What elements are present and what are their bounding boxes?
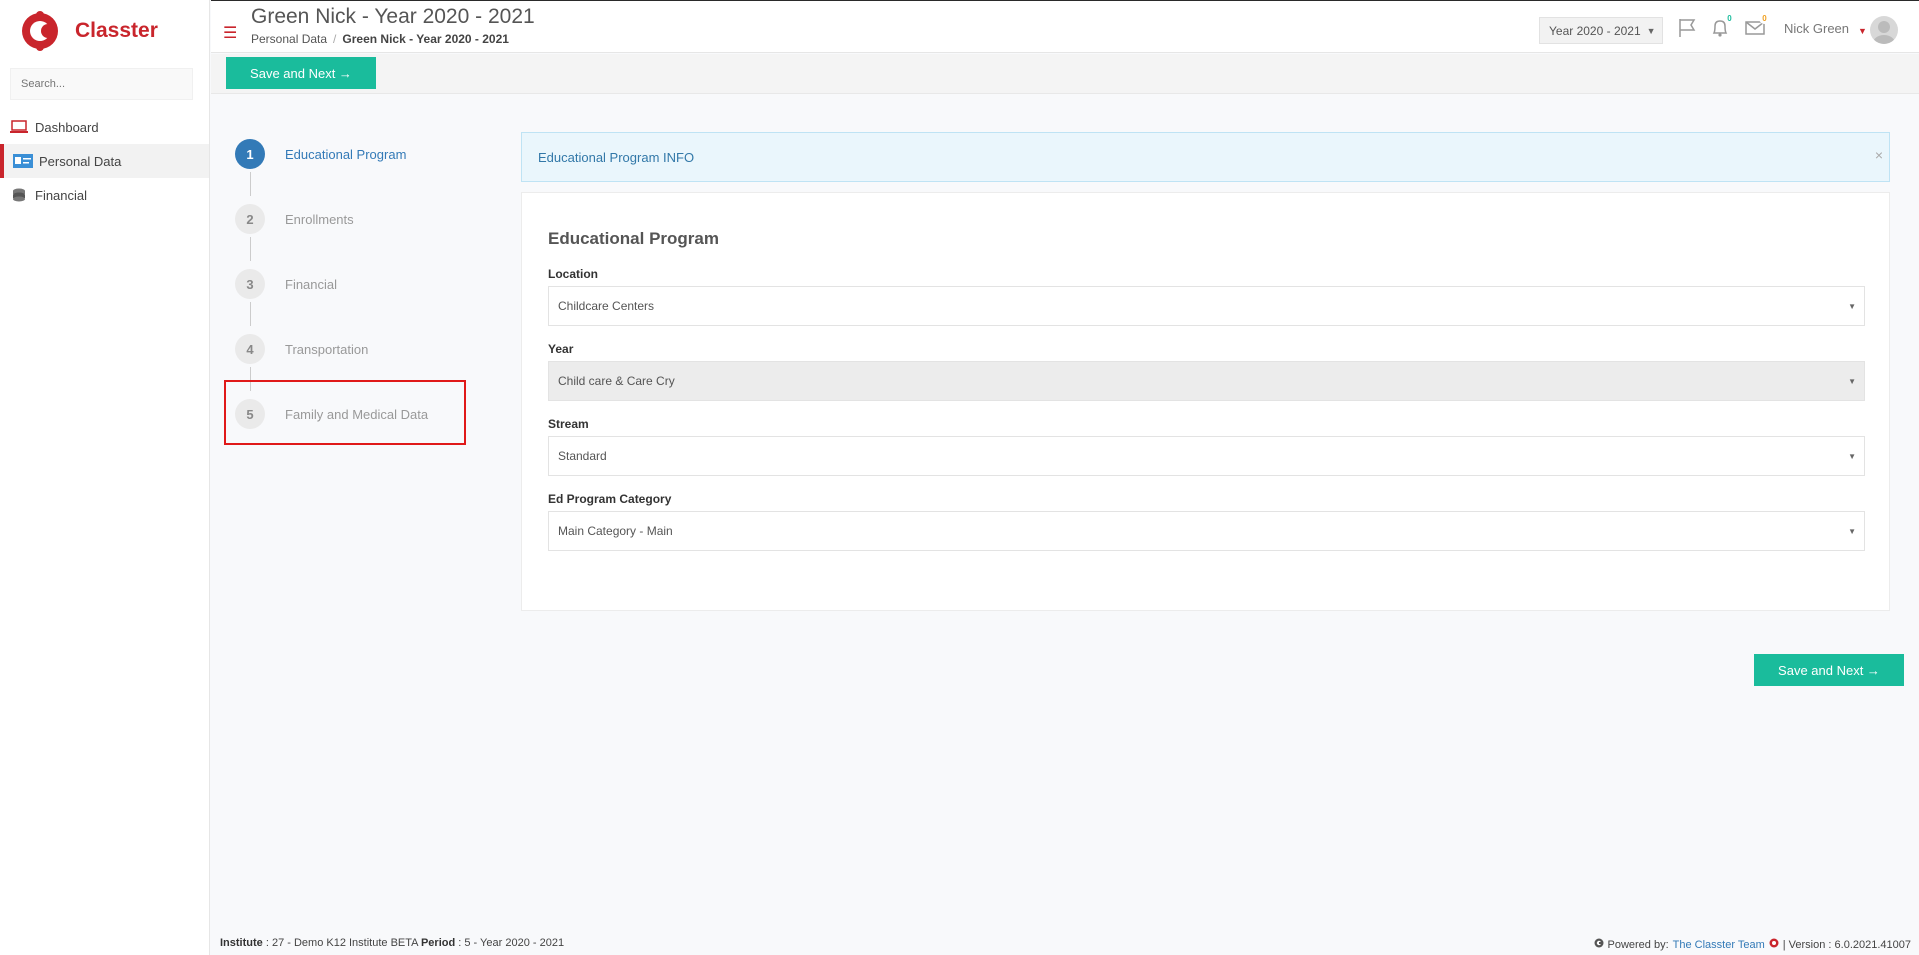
classter-small-logo-icon [1769,937,1779,952]
step-number: 2 [235,204,265,234]
step-label: Educational Program [285,146,407,162]
step-connector [250,302,251,326]
search-input[interactable] [21,78,182,90]
breadcrumb-parent[interactable]: Personal Data [251,32,327,46]
breadcrumb-separator: / [333,32,337,46]
year-select-value: Year 2020 - 2021 [1549,23,1641,38]
educational-program-form: Educational Program Location Childcare C… [521,192,1890,611]
breadcrumb: Personal Data / Green Nick - Year 2020 - 2… [251,32,509,46]
sidebar-item-label: Personal Data [39,153,122,169]
coins-icon [9,187,29,203]
close-icon[interactable]: × [1875,147,1883,163]
ed-program-category-select[interactable]: Main Category - Main ▼ [548,511,1865,551]
user-name[interactable]: Nick Green [1784,21,1849,36]
step-transportation[interactable]: 4 Transportation [235,334,368,364]
location-value: Childcare Centers [558,299,655,313]
stream-select[interactable]: Standard ▼ [548,436,1865,476]
step-number: 4 [235,334,265,364]
sidebar-item-label: Financial [35,187,88,203]
form-title: Educational Program [548,229,719,248]
step-label: Enrollments [285,211,354,227]
step-label: Transportation [285,341,369,357]
id-card-icon [13,153,33,169]
step-connector [250,172,251,196]
sidebar: Classter Dashboard Personal Data Financi… [0,0,210,955]
sidebar-item-dashboard[interactable]: Dashboard [0,110,209,144]
ed-program-category-label: Ed Program Category [548,492,672,506]
chevron-down-icon: ▼ [1646,25,1656,36]
year-select[interactable]: Year 2020 - 2021 ▼ [1539,17,1663,44]
bell-icon[interactable]: 0 [1709,13,1735,39]
stream-value: Standard [558,449,607,463]
year-field-select[interactable]: Child care & Care Cry ▼ [548,361,1865,401]
sidebar-search[interactable] [10,68,193,100]
version-text: | Version : 6.0.2021.41007 [1782,938,1911,951]
footer-info: Institute : 27 - Demo K12 Institute BETA… [220,937,564,949]
save-next-button-bottom[interactable]: Save and Next → [1754,654,1904,686]
footer-credits: Powered by: The Classter Team | Version … [1594,937,1911,952]
user-menu-caret-icon[interactable]: ▼ [1858,26,1867,36]
ed-program-category-value: Main Category - Main [558,524,673,538]
app-name: Classter [75,19,158,42]
logo[interactable]: Classter [0,0,209,62]
chevron-down-icon: ▼ [1848,377,1856,386]
action-bar: Save and Next → [211,54,1919,94]
step-educational-program[interactable]: 1 Educational Program [235,139,406,169]
page-title: Green Nick - Year 2020 - 2021 [251,5,535,28]
chevron-down-icon: ▼ [1848,452,1856,461]
institute-value: : 27 - Demo K12 Institute BETA [265,937,418,949]
stream-label: Stream [548,417,589,431]
messages-badge: 0 [1759,13,1770,24]
classter-logo-icon [20,11,60,51]
breadcrumb-current: Green Nick - Year 2020 - 2021 [342,32,509,46]
location-label: Location [548,267,598,281]
sidebar-item-financial[interactable]: Financial [0,178,209,212]
step-connector [250,237,251,261]
info-alert-text: Educational Program INFO [538,149,695,165]
location-select[interactable]: Childcare Centers ▼ [548,286,1865,326]
institute-label: Institute [220,937,263,949]
step-number: 1 [235,139,265,169]
powered-by-label: Powered by: [1607,938,1669,951]
period-value: : 5 - Year 2020 - 2021 [458,937,565,949]
envelope-icon[interactable]: 0 [1744,13,1770,39]
save-next-button-top[interactable]: Save and Next → [226,57,376,89]
copyright-icon [1594,938,1604,951]
sidebar-item-label: Dashboard [35,119,99,135]
avatar[interactable] [1870,16,1898,44]
chevron-down-icon: ▼ [1848,302,1856,311]
sidebar-item-personal-data[interactable]: Personal Data [0,144,209,178]
classter-team-link[interactable]: The Classter Team [1673,939,1765,951]
period-label: Period [420,937,456,949]
chevron-down-icon: ▼ [1848,527,1856,536]
flag-icon[interactable] [1676,17,1698,39]
top-bar: ☰ Green Nick - Year 2020 - 2021 Personal… [211,0,1919,53]
info-alert: Educational Program INFO × [521,132,1890,182]
step-label: Financial [285,276,338,292]
highlight-annotation [224,380,466,445]
laptop-icon [9,119,29,135]
menu-toggle-icon[interactable]: ☰ [223,23,237,43]
notifications-badge: 0 [1724,13,1735,24]
year-label: Year [548,342,574,356]
step-number: 3 [235,269,265,299]
year-value: Child care & Care Cry [558,374,675,388]
step-financial[interactable]: 3 Financial [235,269,337,299]
step-enrollments[interactable]: 2 Enrollments [235,204,354,234]
